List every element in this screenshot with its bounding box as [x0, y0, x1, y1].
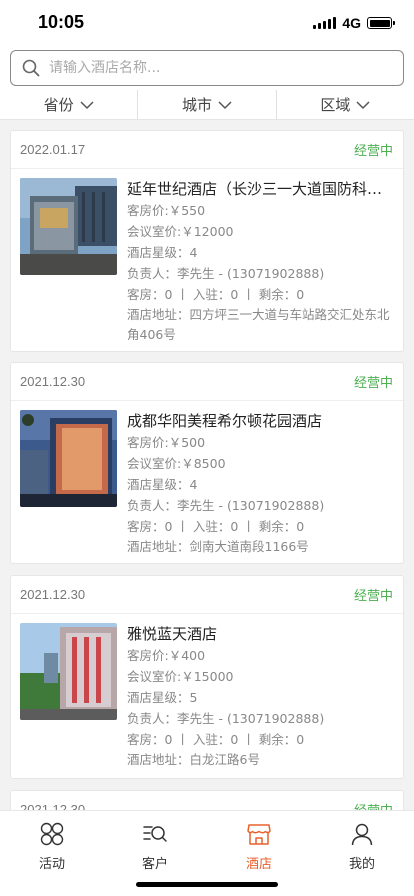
- card-header: 2021.12.30 经营中: [11, 576, 403, 614]
- hotel-photo: [20, 623, 117, 720]
- meeting-price: 会议室价:￥12000: [127, 224, 234, 239]
- hotel-card[interactable]: 2021.12.30 经营中 雅悦蓝天酒店 客房价:￥400 会议室价:￥150…: [10, 575, 404, 779]
- card-header: 2022.01.17 经营中: [11, 131, 403, 169]
- hotel-card[interactable]: 2021.12.30 经营中: [10, 790, 404, 810]
- chevron-down-icon: [80, 100, 94, 109]
- status-badge: 经营中: [353, 144, 393, 159]
- hotel-address: 酒店地址：白龙江路6号: [127, 752, 260, 767]
- chevron-down-icon: [356, 100, 370, 109]
- meeting-price: 会议室价:￥8500: [127, 456, 226, 471]
- hotel-card[interactable]: 2022.01.17 经营中 延年世纪酒店（长沙三一大道国防科技大学店） 客房价…: [10, 130, 404, 352]
- search-box[interactable]: [10, 50, 404, 86]
- filter-province[interactable]: 省份: [0, 90, 139, 119]
- search-section: [0, 46, 414, 90]
- hotel-name[interactable]: 雅悦蓝天酒店: [127, 623, 395, 645]
- hotel-star: 酒店星级：4: [127, 245, 198, 260]
- status-time: 10:05: [38, 12, 85, 32]
- status-badge: 经营中: [354, 800, 393, 810]
- filter-province-label: 省份: [43, 96, 74, 114]
- tab-mine[interactable]: 我的: [332, 821, 392, 872]
- status-badge: 经营中: [353, 376, 393, 391]
- hotel-manager: 负责人：李先生 - (13071902888): [127, 711, 325, 726]
- card-date: 2021.12.30: [20, 587, 86, 602]
- hotel-address: 酒店地址：四方坪三一大道与车站路交汇处东北角406号: [127, 307, 390, 342]
- hotel-address: 酒店地址：剑南大道南段1166号: [127, 539, 309, 554]
- signal-icon: [313, 17, 337, 29]
- card-header: 2021.12.30 经营中: [11, 791, 403, 810]
- tab-activity-label: 活动: [38, 857, 65, 872]
- card-date: 2021.12.30: [20, 374, 86, 389]
- activity-icon: [40, 822, 64, 846]
- room-price: 客房价:￥500: [127, 435, 206, 450]
- network-type: 4G: [342, 15, 361, 31]
- hotel-photo: [20, 410, 117, 507]
- filter-district[interactable]: 区域: [277, 90, 414, 119]
- hotel-photo: [20, 178, 117, 275]
- tab-customer[interactable]: 客户: [125, 821, 185, 872]
- hotel-manager: 负责人：李先生 - (13071902888): [127, 266, 325, 281]
- search-icon: [22, 59, 40, 77]
- room-counts: 客房：0 丨 入驻：0 丨 剩余：0: [127, 732, 305, 747]
- filter-city-label: 城市: [181, 96, 212, 114]
- meeting-price: 会议室价:￥15000: [127, 669, 234, 684]
- room-counts: 客房：0 丨 入驻：0 丨 剩余：0: [127, 287, 305, 302]
- hotel-star: 酒店星级：5: [127, 690, 198, 705]
- hotel-name[interactable]: 成都华阳美程希尔顿花园酒店: [127, 410, 395, 432]
- hotel-card[interactable]: 2021.12.30 经营中 成都华阳美程希尔顿花园酒店 客房价:￥500 会议…: [10, 362, 404, 564]
- tab-mine-label: 我的: [348, 857, 375, 872]
- chevron-down-icon: [218, 100, 232, 109]
- status-indicators: 4G: [313, 15, 395, 31]
- hotel-name[interactable]: 延年世纪酒店（长沙三一大道国防科技大学店）: [127, 178, 395, 200]
- tab-customer-label: 客户: [141, 857, 168, 872]
- tab-hotel-label: 酒店: [245, 857, 272, 872]
- hotel-list: 2022.01.17 经营中 延年世纪酒店（长沙三一大道国防科技大学店） 客房价…: [0, 120, 414, 810]
- filter-bar: 省份 城市 区域: [0, 90, 414, 120]
- card-date: 2021.12.30: [20, 802, 86, 810]
- room-price: 客房价:￥400: [127, 648, 206, 663]
- search-input[interactable]: [49, 60, 389, 76]
- person-icon: [351, 823, 373, 846]
- filter-city[interactable]: 城市: [138, 90, 277, 119]
- hotel-star: 酒店星级：4: [127, 477, 198, 492]
- card-header: 2021.12.30 经营中: [11, 363, 403, 401]
- hotel-manager: 负责人：李先生 - (13071902888): [127, 498, 325, 513]
- customer-list-icon: [143, 826, 167, 842]
- home-indicator: [136, 882, 278, 887]
- room-counts: 客房：0 丨 入驻：0 丨 剩余：0: [127, 519, 305, 534]
- hotel-store-icon: [247, 824, 271, 845]
- tab-activity[interactable]: 活动: [22, 821, 82, 872]
- battery-icon: [367, 17, 395, 29]
- filter-district-label: 区域: [320, 96, 351, 114]
- room-price: 客房价:￥550: [127, 203, 206, 218]
- card-date: 2022.01.17: [20, 142, 86, 157]
- tab-hotel[interactable]: 酒店: [229, 821, 289, 872]
- status-badge: 经营中: [353, 589, 393, 604]
- status-bar: 10:05 4G: [0, 0, 414, 46]
